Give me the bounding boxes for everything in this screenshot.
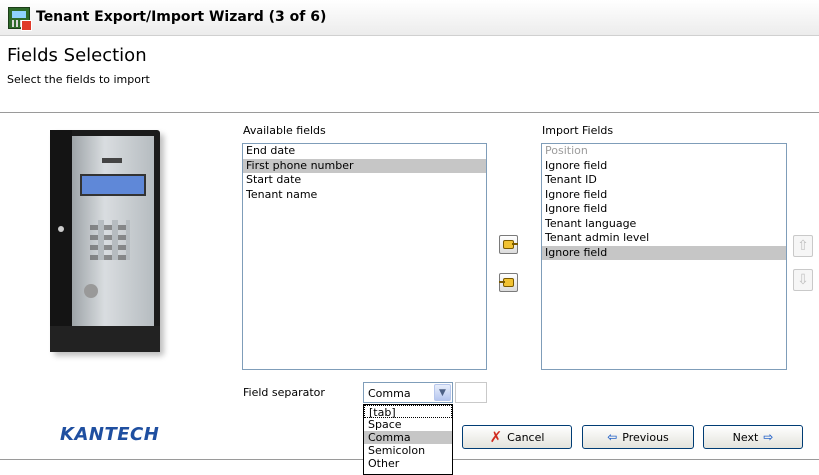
wizard-header: Fields Selection Select the fields to im…	[0, 37, 819, 113]
separator-option[interactable]: Space	[364, 418, 452, 431]
move-up-button[interactable]: ⇧	[793, 235, 813, 257]
arrow-left-icon: ⇦	[607, 430, 618, 444]
title-bar: Tenant Export/Import Wizard (3 of 6)	[0, 0, 819, 36]
move-down-button[interactable]: ⇩	[793, 269, 813, 291]
import-field-item[interactable]: Tenant language	[542, 217, 786, 232]
field-separator-select[interactable]: Comma ▼	[363, 382, 453, 403]
door-controller-image	[50, 130, 160, 352]
cancel-button[interactable]: ✗ Cancel	[462, 425, 572, 449]
available-field-item[interactable]: Start date	[243, 173, 486, 188]
available-field-item[interactable]: End date	[243, 144, 486, 159]
separator-option[interactable]: [tab]	[364, 405, 452, 419]
separator-option[interactable]: Semicolon	[364, 444, 452, 457]
close-icon: ✗	[489, 428, 503, 446]
page-subtitle: Select the fields to import	[7, 73, 150, 86]
available-fields-label: Available fields	[243, 124, 326, 137]
remove-field-button[interactable]	[499, 273, 518, 292]
next-button[interactable]: Next ⇨	[703, 425, 803, 449]
hand-right-icon	[503, 240, 518, 249]
separator-option[interactable]: Comma	[364, 431, 452, 444]
import-field-item[interactable]: Ignore field	[542, 159, 786, 174]
available-field-item[interactable]: Tenant name	[243, 188, 486, 203]
kantech-logo: KANTECH	[60, 424, 160, 445]
cancel-label: Cancel	[507, 431, 545, 444]
import-fields-list[interactable]: Position Ignore field Tenant ID Ignore fiel…	[541, 143, 787, 370]
arrow-up-icon: ⇧	[797, 238, 809, 254]
previous-button[interactable]: ⇦ Previous	[582, 425, 694, 449]
import-field-item[interactable]: Ignore field	[542, 188, 786, 203]
arrow-down-icon: ⇩	[797, 272, 809, 288]
import-field-item[interactable]: Ignore field	[542, 202, 786, 217]
import-field-item[interactable]: Tenant admin level	[542, 231, 786, 246]
arrow-right-icon: ⇨	[763, 430, 774, 444]
app-icon	[8, 7, 32, 31]
separator-option[interactable]: Other	[364, 457, 452, 470]
chevron-down-icon[interactable]: ▼	[434, 384, 451, 401]
page-title: Fields Selection	[7, 45, 147, 66]
import-fields-label: Import Fields	[542, 124, 614, 137]
available-fields-list[interactable]: End date First phone number Start date Tena…	[242, 143, 487, 370]
window-title: Tenant Export/Import Wizard (3 of 6)	[36, 9, 327, 25]
import-field-item[interactable]: Ignore field	[542, 245, 786, 260]
available-field-item[interactable]: First phone number	[243, 158, 486, 173]
hand-left-icon	[499, 278, 514, 287]
previous-label: Previous	[622, 431, 669, 444]
field-separator-value: Comma	[368, 387, 411, 400]
import-field-item[interactable]: Position	[542, 144, 786, 159]
add-field-button[interactable]	[499, 235, 518, 254]
other-separator-input[interactable]	[455, 382, 487, 403]
import-field-item[interactable]: Tenant ID	[542, 173, 786, 188]
next-label: Next	[732, 431, 759, 444]
field-separator-label: Field separator	[243, 386, 325, 399]
field-separator-dropdown[interactable]: [tab] Space Comma Semicolon Other	[363, 404, 453, 475]
